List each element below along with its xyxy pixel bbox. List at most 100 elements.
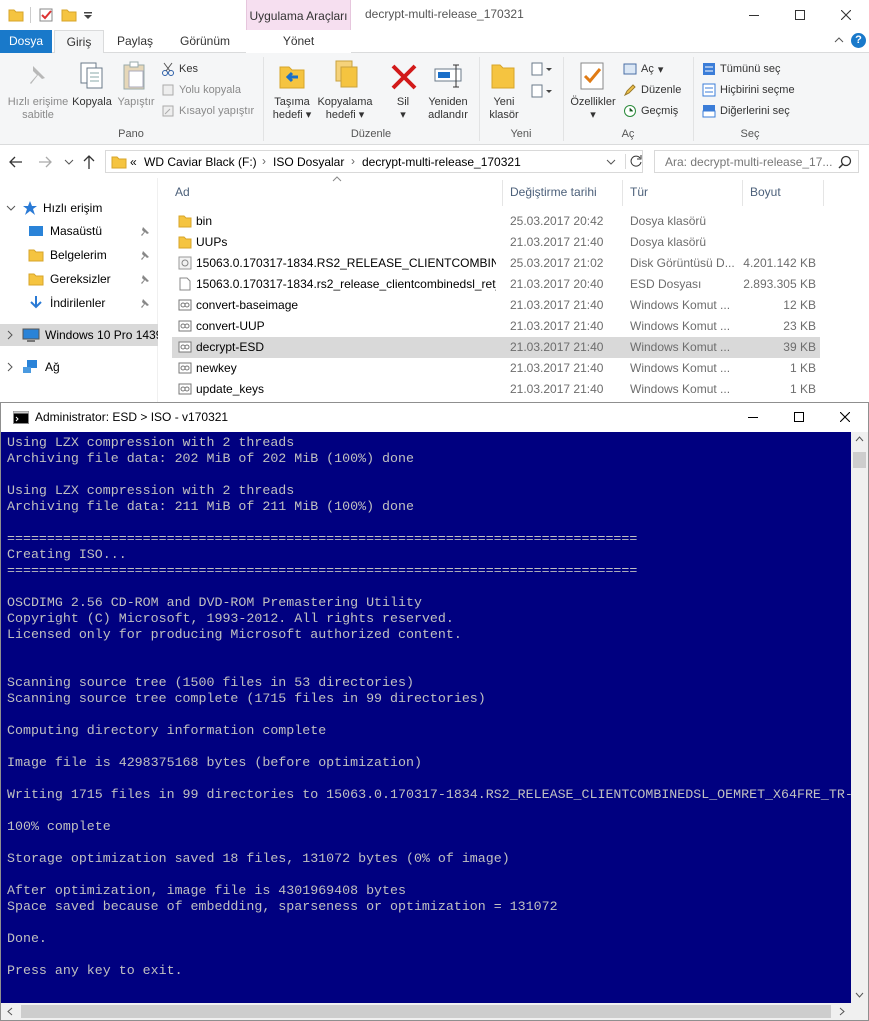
select-none-button[interactable]: Hiçbirini seçme	[702, 80, 795, 100]
nav-this-pc[interactable]: Windows 10 Pro 1439	[0, 324, 158, 346]
chevron-right-icon[interactable]	[6, 362, 14, 372]
nav-item-label: Belgelerim	[50, 248, 107, 262]
ribbon-collapse-icon[interactable]	[834, 34, 844, 46]
file-row[interactable]: 15063.0.170317-1834.rs2_release_clientco…	[172, 274, 820, 295]
column-divider[interactable]	[502, 180, 503, 206]
forward-arrow-icon[interactable]	[37, 155, 53, 169]
horizontal-scrollbar[interactable]	[1, 1003, 851, 1020]
column-header-name[interactable]: Ad	[175, 185, 190, 199]
file-row[interactable]: decrypt-ESD 21.03.2017 21:40 Windows Komut…	[172, 337, 820, 358]
column-divider[interactable]	[742, 180, 743, 206]
pin-quick-access-button[interactable]: Hızlı erişime sabitle	[2, 96, 74, 122]
copy-to-label-2: hedefi ▾	[325, 109, 365, 121]
column-header-size[interactable]: Boyut	[750, 185, 781, 199]
vertical-scroll-thumb[interactable]	[853, 452, 866, 468]
column-header-date[interactable]: Değiştirme tarihi	[510, 185, 597, 199]
new-folder-icon[interactable]	[61, 7, 77, 23]
tab-view[interactable]: Görünüm	[170, 30, 240, 53]
scroll-down-icon[interactable]	[855, 992, 864, 998]
breadcrumb-item[interactable]: WD Caviar Black (F:)	[144, 155, 257, 169]
folder-icon	[178, 214, 192, 228]
file-row[interactable]: 15063.0.170317-1834.RS2_RELEASE_CLIENTCO…	[172, 253, 820, 274]
console-close-button[interactable]	[822, 403, 868, 430]
vertical-scrollbar[interactable]	[851, 432, 868, 1003]
file-row[interactable]: UUPs 21.03.2017 21:40 Dosya klasörü	[172, 232, 820, 253]
new-item-icon[interactable]	[530, 61, 554, 77]
recent-locations-icon[interactable]	[64, 158, 74, 166]
address-bar-row: « WD Caviar Black (F:) › ISO Dosyalar › …	[0, 146, 869, 178]
nav-item-indirilenler[interactable]: İndirilenler	[0, 292, 158, 314]
nav-network[interactable]: Ağ	[0, 356, 158, 378]
nav-quick-access[interactable]: Hızlı erişim	[0, 197, 158, 219]
paste-shortcut-button[interactable]: Kısayol yapıştır	[161, 101, 254, 121]
console-line: OSCDIMG 2.56 CD-ROM and DVD-ROM Premaste…	[7, 595, 422, 610]
scroll-left-icon[interactable]	[7, 1007, 13, 1016]
scroll-up-icon[interactable]	[855, 436, 864, 442]
breadcrumb-overflow[interactable]: «	[130, 155, 137, 169]
cut-button[interactable]: Kes	[161, 59, 198, 79]
copy-button[interactable]: Kopyala	[70, 96, 114, 109]
file-row[interactable]: convert-UUP 21.03.2017 21:40 Windows Komut…	[172, 316, 820, 337]
breadcrumb-item[interactable]: ISO Dosyalar	[273, 155, 344, 169]
properties-icon[interactable]	[38, 7, 54, 23]
paste-button[interactable]: Yapıştır	[114, 96, 158, 109]
history-button[interactable]: Geçmiş	[623, 101, 678, 121]
move-to-button[interactable]: Taşıma hedefi ▾	[268, 96, 316, 122]
open-button[interactable]: Aç ▾	[623, 59, 663, 79]
tab-home[interactable]: Giriş	[54, 30, 104, 54]
new-folder-button[interactable]: Yeni klasör	[484, 96, 524, 122]
column-divider[interactable]	[622, 180, 623, 206]
file-row[interactable]: newkey 21.03.2017 21:40 Windows Komut ... 1…	[172, 358, 820, 379]
breadcrumb-item[interactable]: decrypt-multi-release_170321	[362, 155, 521, 169]
invert-selection-button[interactable]: Diğerlerini seç	[702, 101, 790, 121]
column-header-type[interactable]: Tür	[630, 185, 648, 199]
console-icon[interactable]	[13, 411, 29, 424]
file-row[interactable]: update_keys 21.03.2017 21:40 Windows Komut…	[172, 379, 820, 400]
address-dropdown-icon[interactable]	[606, 158, 616, 166]
horizontal-scroll-thumb[interactable]	[21, 1005, 831, 1018]
customize-qat-icon[interactable]	[82, 7, 98, 23]
scroll-right-icon[interactable]	[839, 1007, 845, 1016]
select-all-button[interactable]: Tümünü seç	[702, 59, 781, 79]
chevron-down-icon[interactable]	[6, 204, 16, 212]
easy-access-icon[interactable]	[530, 83, 554, 99]
chevron-right-icon[interactable]	[6, 330, 14, 340]
up-arrow-icon[interactable]	[82, 154, 96, 170]
tab-manage[interactable]: Yönet	[246, 30, 351, 53]
chevron-right-icon[interactable]: ›	[262, 154, 266, 168]
properties-button[interactable]: Özellikler ▾	[566, 96, 620, 122]
help-icon[interactable]: ?	[851, 33, 866, 48]
address-field[interactable]: « WD Caviar Black (F:) › ISO Dosyalar › …	[105, 150, 643, 173]
pin-icon[interactable]	[140, 226, 150, 236]
column-divider[interactable]	[823, 180, 824, 206]
folder-icon[interactable]	[8, 7, 24, 23]
console-minimize-button[interactable]	[730, 403, 776, 430]
pin-icon[interactable]	[140, 250, 150, 260]
nav-item-masaustu[interactable]: Masaüstü	[0, 220, 158, 242]
delete-button[interactable]: Sil ▾	[386, 96, 420, 122]
console-output[interactable]: Using LZX compression with 2 threads Arch…	[1, 432, 851, 1003]
search-input[interactable]: Ara: decrypt-multi-release_17...	[654, 150, 859, 173]
copy-to-button[interactable]: Kopyalama hedefi ▾	[316, 96, 374, 122]
rename-button[interactable]: Yeniden adlandır	[424, 96, 472, 122]
close-button[interactable]	[823, 0, 869, 30]
refresh-icon[interactable]	[625, 154, 643, 169]
nav-item-gereksizler[interactable]: Gereksizler	[0, 268, 158, 290]
maximize-button[interactable]	[777, 0, 823, 30]
search-icon[interactable]	[838, 155, 852, 169]
chevron-right-icon[interactable]: ›	[351, 154, 355, 168]
file-row[interactable]: convert-baseimage 21.03.2017 21:40 Windows…	[172, 295, 820, 316]
console-line: Space saved because of embedding, sparse…	[7, 899, 558, 914]
copy-path-button[interactable]: Yolu kopyala	[161, 80, 241, 100]
console-maximize-button[interactable]	[776, 403, 822, 430]
tab-share[interactable]: Paylaş	[110, 30, 160, 53]
edit-button[interactable]: Düzenle	[623, 80, 681, 100]
file-row[interactable]: bin 25.03.2017 20:42 Dosya klasörü	[172, 211, 820, 232]
minimize-button[interactable]	[731, 0, 777, 30]
nav-item-belgelerim[interactable]: Belgelerim	[0, 244, 158, 266]
console-line: ========================================…	[7, 531, 638, 546]
pin-icon[interactable]	[140, 274, 150, 284]
pin-icon[interactable]	[140, 298, 150, 308]
tab-file[interactable]: Dosya	[0, 30, 52, 53]
back-arrow-icon[interactable]	[8, 155, 24, 169]
